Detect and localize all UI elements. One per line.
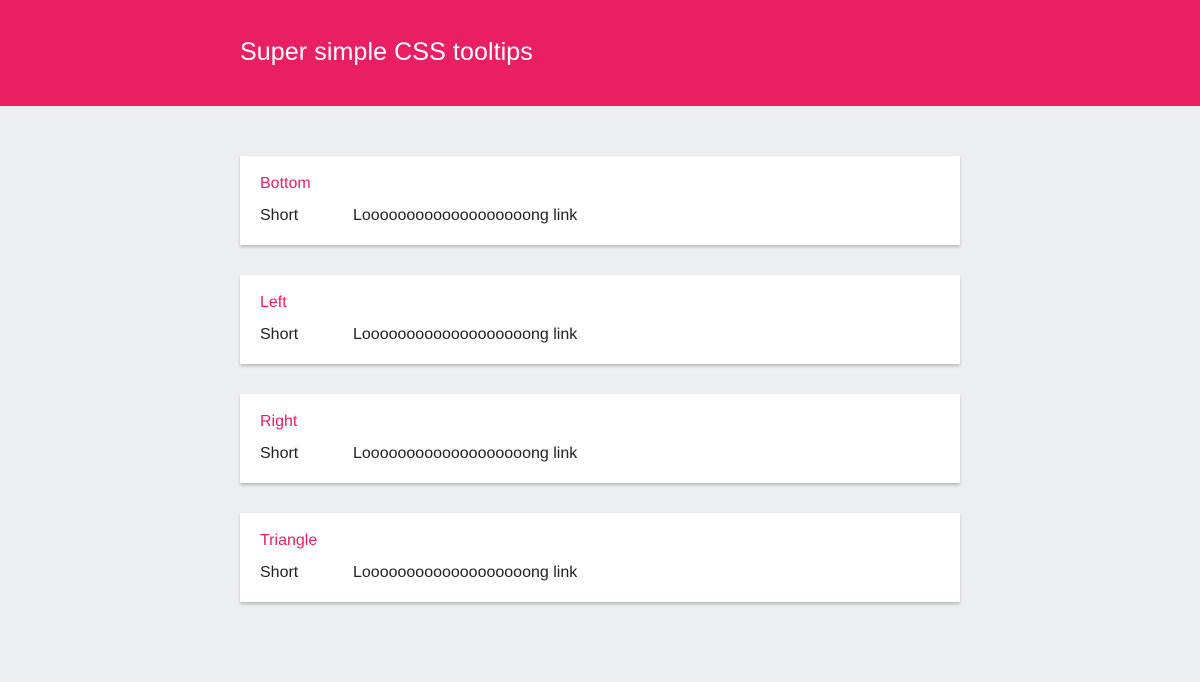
link-row: Short Looooooooooooooooooong link bbox=[260, 563, 940, 583]
short-link[interactable]: Short bbox=[260, 325, 353, 345]
main-content: Bottom Short Looooooooooooooooooong link… bbox=[240, 106, 960, 602]
short-link[interactable]: Short bbox=[260, 206, 353, 226]
link-row: Short Looooooooooooooooooong link bbox=[260, 325, 940, 345]
card-title: Triangle bbox=[260, 532, 318, 549]
long-link[interactable]: Looooooooooooooooooong link bbox=[353, 444, 577, 464]
long-link[interactable]: Looooooooooooooooooong link bbox=[353, 563, 577, 583]
card-right: Right Short Looooooooooooooooooong link bbox=[240, 394, 960, 483]
page-header: Super simple CSS tooltips bbox=[0, 0, 1200, 106]
card-title: Right bbox=[260, 413, 298, 430]
long-link[interactable]: Looooooooooooooooooong link bbox=[353, 206, 577, 226]
card-bottom: Bottom Short Looooooooooooooooooong link bbox=[240, 156, 960, 245]
page-title: Super simple CSS tooltips bbox=[240, 37, 533, 66]
link-row: Short Looooooooooooooooooong link bbox=[260, 444, 940, 464]
card-left: Left Short Looooooooooooooooooong link bbox=[240, 275, 960, 364]
link-row: Short Looooooooooooooooooong link bbox=[260, 206, 940, 226]
long-link[interactable]: Looooooooooooooooooong link bbox=[353, 325, 577, 345]
short-link[interactable]: Short bbox=[260, 444, 353, 464]
card-title: Bottom bbox=[260, 175, 311, 192]
card-title: Left bbox=[260, 294, 287, 311]
short-link[interactable]: Short bbox=[260, 563, 353, 583]
card-triangle: Triangle Short Looooooooooooooooooong li… bbox=[240, 513, 960, 602]
